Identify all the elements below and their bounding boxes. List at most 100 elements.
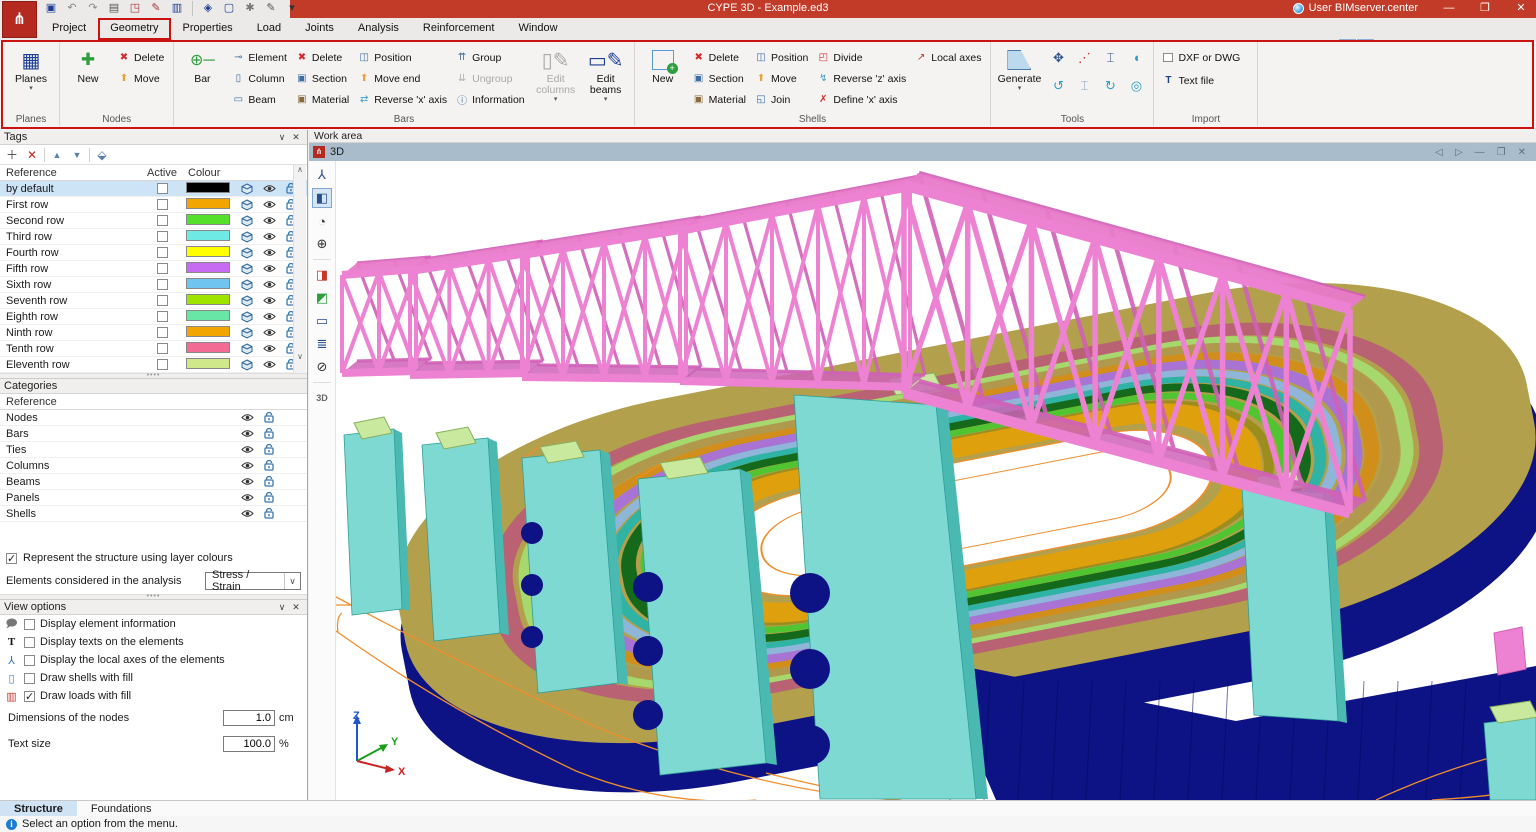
- print-icon[interactable]: ▤: [105, 1, 123, 16]
- menu-item-load[interactable]: Load: [245, 18, 293, 40]
- collapse-view-options-icon[interactable]: ∨: [275, 602, 289, 613]
- category-lock-icon[interactable]: [258, 460, 280, 471]
- tag-row-seventh-row[interactable]: Seventh row: [0, 293, 307, 309]
- close-view-options-icon[interactable]: ✕: [289, 602, 303, 613]
- category-visibility-icon[interactable]: [236, 493, 258, 502]
- capture-icon[interactable]: ▥: [168, 1, 186, 16]
- tag-colour-swatch[interactable]: [186, 310, 230, 321]
- axes-tripod-icon[interactable]: ⅄: [312, 165, 332, 185]
- display-texts-on-the-elements-checkbox[interactable]: [24, 637, 35, 648]
- section-view-icon[interactable]: ◖: [1124, 48, 1148, 67]
- category-row-nodes[interactable]: Nodes: [0, 410, 307, 426]
- bottom-tab-foundations[interactable]: Foundations: [77, 801, 166, 816]
- menu-item-analysis[interactable]: Analysis: [346, 18, 411, 40]
- tag-colour-swatch[interactable]: [186, 278, 230, 289]
- category-visibility-icon[interactable]: [236, 509, 258, 518]
- tag-colour-swatch[interactable]: [186, 262, 230, 273]
- delete-tag-icon[interactable]: ✕: [24, 148, 40, 162]
- elements-analysis-dropdown[interactable]: Stress / Strain ∨: [205, 572, 301, 590]
- tag-3d-icon[interactable]: [236, 311, 258, 323]
- divide-button[interactable]: ◰Divide: [814, 48, 910, 67]
- layer-colours-checkbox[interactable]: [6, 553, 17, 564]
- tag-row-eleventh-row[interactable]: Eleventh row: [0, 357, 307, 373]
- view-option-display-texts-on-the-elements[interactable]: TDisplay texts on the elements: [0, 633, 307, 651]
- tag-visibility-icon[interactable]: [258, 312, 280, 321]
- collapse-tags-icon[interactable]: ∨: [275, 132, 289, 143]
- move-button[interactable]: ⬆Move: [115, 69, 168, 88]
- next-view-icon[interactable]: ▷: [1455, 147, 1463, 158]
- view-option-draw-shells-with-fill[interactable]: ▯Draw shells with fill: [0, 669, 307, 687]
- column-button[interactable]: ▯Column: [229, 69, 291, 88]
- category-row-shells[interactable]: Shells: [0, 506, 307, 522]
- category-row-columns[interactable]: Columns: [0, 458, 307, 474]
- tag-colour-swatch[interactable]: [186, 246, 230, 257]
- section-crossed-icon[interactable]: ⌶: [1072, 76, 1096, 95]
- tag-active-checkbox[interactable]: [157, 359, 168, 370]
- delete-button[interactable]: ✖Delete: [293, 48, 353, 67]
- minimize-button[interactable]: —: [1434, 0, 1464, 18]
- tag-visibility-icon[interactable]: [258, 200, 280, 209]
- more-icon[interactable]: ▾: [283, 1, 301, 16]
- section-button[interactable]: ▣Section: [293, 69, 353, 88]
- toolbar-config-icon[interactable]: ✱: [241, 1, 259, 16]
- category-lock-icon[interactable]: [258, 428, 280, 439]
- material-button[interactable]: ▣Material: [690, 90, 750, 109]
- wireframe-icon[interactable]: ◈: [199, 1, 217, 16]
- menu-item-reinforcement[interactable]: Reinforcement: [411, 18, 507, 40]
- planes-button[interactable]: ▦ Planes ▾: [8, 45, 54, 112]
- orbit-z-icon[interactable]: ⊕: [312, 234, 332, 254]
- tag-3d-icon[interactable]: [236, 183, 258, 195]
- tag-active-checkbox[interactable]: [157, 215, 168, 226]
- category-lock-icon[interactable]: [258, 412, 280, 423]
- generate-button[interactable]: Generate ▾: [996, 45, 1042, 112]
- layers-icon[interactable]: ≣: [312, 334, 332, 354]
- delete-button[interactable]: ✖Delete: [115, 48, 168, 67]
- tag-visibility-icon[interactable]: [258, 328, 280, 337]
- new-bar-button[interactable]: ⊕─ Bar: [179, 45, 225, 112]
- tag-3d-icon[interactable]: [236, 215, 258, 227]
- pan-3d-icon[interactable]: 3D: [312, 388, 332, 408]
- category-visibility-icon[interactable]: [236, 429, 258, 438]
- local-axes-button[interactable]: ↗Local axes: [912, 48, 985, 67]
- menu-item-project[interactable]: Project: [40, 18, 98, 40]
- tag-colour-swatch[interactable]: [186, 182, 230, 193]
- section-box-icon[interactable]: ◨: [312, 265, 332, 285]
- join-button[interactable]: ◱Join: [752, 90, 812, 109]
- bottom-tab-structure[interactable]: Structure: [0, 801, 77, 816]
- category-row-bars[interactable]: Bars: [0, 426, 307, 442]
- tag-active-checkbox[interactable]: [157, 343, 168, 354]
- redo-icon[interactable]: ↷: [84, 1, 102, 16]
- tag-visibility-icon[interactable]: [258, 232, 280, 241]
- tag-row-second-row[interactable]: Second row: [0, 213, 307, 229]
- tag-colour-swatch[interactable]: [186, 294, 230, 305]
- tag-visibility-icon[interactable]: [258, 216, 280, 225]
- tag-3d-icon[interactable]: [236, 263, 258, 275]
- node-dimensions-input[interactable]: [223, 710, 275, 726]
- define-x-axis-button[interactable]: ✗Define 'x' axis: [814, 90, 910, 109]
- tag-visibility-icon[interactable]: [258, 248, 280, 257]
- tag-colour-swatch[interactable]: [186, 326, 230, 337]
- move-up-icon[interactable]: ▲: [49, 150, 65, 160]
- category-row-beams[interactable]: Beams: [0, 474, 307, 490]
- tag-row-first-row[interactable]: First row: [0, 197, 307, 213]
- move-button[interactable]: ⬆Move: [752, 69, 812, 88]
- position-button[interactable]: ◫Position: [355, 48, 451, 67]
- import-dxf-dwg-button[interactable]: DXF or DWG: [1159, 50, 1244, 65]
- menu-item-geometry[interactable]: Geometry: [98, 18, 170, 40]
- copy-section-icon[interactable]: ⌶: [1098, 48, 1122, 67]
- category-visibility-icon[interactable]: [236, 477, 258, 486]
- tag-colour-swatch[interactable]: [186, 230, 230, 241]
- work-plane-icon[interactable]: ◩: [312, 288, 332, 308]
- move-end-button[interactable]: ⬆Move end: [355, 69, 451, 88]
- save-icon[interactable]: ▣: [42, 1, 60, 16]
- view-option-draw-loads-with-fill[interactable]: ▥Draw loads with fill: [0, 687, 307, 705]
- tag-row-eighth-row[interactable]: Eighth row: [0, 309, 307, 325]
- tag-3d-icon[interactable]: [236, 295, 258, 307]
- rotate-about-y-icon[interactable]: ↺: [1046, 76, 1070, 95]
- maximize-button[interactable]: ❐: [1470, 0, 1500, 18]
- tag-active-checkbox[interactable]: [157, 247, 168, 258]
- category-visibility-icon[interactable]: [236, 445, 258, 454]
- tag-row-by-default[interactable]: by default: [0, 181, 307, 197]
- category-lock-icon[interactable]: [258, 492, 280, 503]
- delete-button[interactable]: ✖Delete: [690, 48, 750, 67]
